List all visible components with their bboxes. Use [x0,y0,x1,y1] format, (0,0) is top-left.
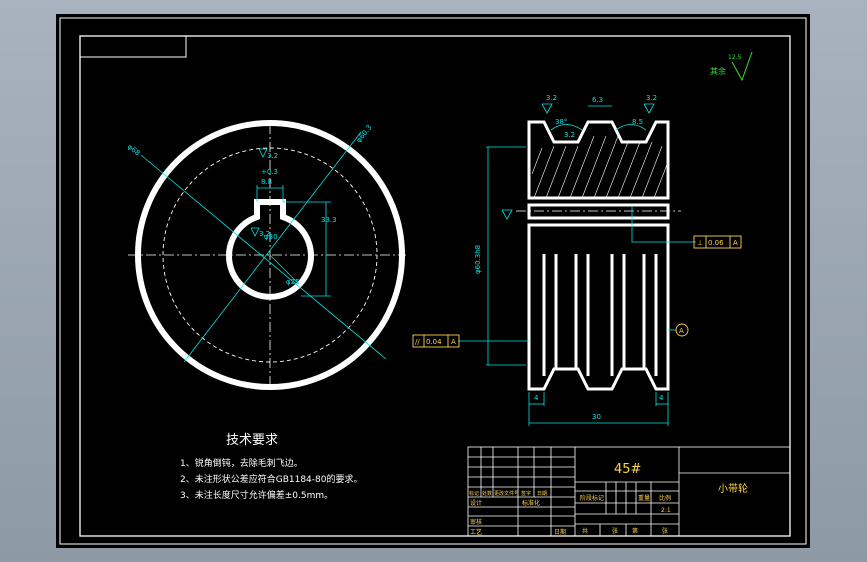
tech-req-item-1: 1、锐角倒钝，去除毛刺飞边。 [180,457,303,469]
tech-req-item-2: 2、未注形状公差应符合GB1184-80的要求。 [180,473,362,485]
roughness-pref-text: 其余 [710,66,726,76]
cad-drawing: φ68 φ60.3 +0.3 8.8 33.3 φ25 φ30 3.2 3.2 [59,17,807,545]
general-roughness-note: 其余 12.5 [710,51,753,82]
datum-text: A [679,327,684,335]
pitch-dia-leader [183,131,362,363]
roughness-3-text: 3.2 [646,94,657,102]
rev-label-1: 设计 [470,499,482,507]
perpendicularity-frame: ⊥ 0.06 A [693,235,742,249]
groove-lines [542,254,658,376]
perp-datum: A [733,239,738,247]
outer-frame [59,17,807,545]
sheet-label-2: 张 [612,527,618,535]
tech-req-item-3: 3、未注长度尺寸允许偏差±0.5mm。 [180,489,333,501]
groove-depth-text: 3.2 [564,131,575,139]
roughness-symbol-2 [541,103,553,114]
key-height-text: 33.3 [321,216,337,224]
roughness-bore-text: 3.2 [259,230,270,238]
rev-header-2: 处数 [482,490,492,497]
key-width-text: 8.8 [261,178,272,186]
rev-header-3: 更改文件号 [494,490,519,497]
sheet-label-1: 共 [582,527,588,535]
stage-header-2: 重量 [638,494,650,502]
rev-header-4: 签字 [521,490,531,497]
roughness-2-text: 3.2 [546,94,557,102]
perp-value: 0.06 [708,239,724,247]
front-view: φ68 φ60.3 +0.3 8.8 33.3 φ25 φ30 3.2 3.2 [126,120,406,390]
rev-header-1: 标记 [469,490,479,497]
side-rough-symbol [501,209,513,220]
edge-right-text: 4 [659,394,664,402]
scale-text: 2:1 [661,507,671,514]
rev-label-2: 审核 [470,518,482,526]
perp-symbol: ⊥ [697,239,703,247]
par-symbol: // [415,338,420,346]
par-value: 0.04 [426,338,442,346]
sheet-label-4: 张 [662,527,668,535]
par-datum: A [451,338,456,346]
rev-label-5: 日期 [554,528,566,536]
roughness-1-text: 3.2 [267,152,278,160]
roughness-symbol-3 [643,103,655,114]
groove-top-text: 6.3 [592,96,603,104]
drawing-viewport[interactable]: φ68 φ60.3 +0.3 8.8 33.3 φ25 φ30 3.2 3.2 [56,14,810,548]
corner-label-box [79,35,187,58]
stage-header-3: 比例 [659,494,671,502]
side-height-text: φ60.3h8 [474,245,482,274]
rev-header-5: 日期 [537,491,547,497]
rev-label-4: 标准化 [522,499,540,507]
rev-label-3: 工艺 [470,528,482,536]
parallelism-frame: // 0.04 A [412,334,460,348]
groove-pitch-text: 8.5 [632,118,643,126]
pitch-dia-text: φ60.3 [355,124,374,145]
stage-header-1: 阶段标记 [580,494,604,502]
edge-left-text: 4 [534,394,539,402]
groove-angle-text: 38° [555,118,567,126]
side-view: φ60.3h8 4 4 30 3.2 3.2 6.3 38° 8.5 3.2 ⊥ [412,94,742,426]
hatching [531,135,669,199]
key-tol-text: +0.3 [261,168,278,176]
roughness-symbol [258,148,268,158]
part-name-text: 小带轮 [718,482,748,495]
total-width-text: 30 [592,413,601,421]
outer-dia-text: φ68 [126,143,142,158]
sheet-label-3: 第 [632,527,638,535]
roughness-bore-symbol [250,227,260,237]
lower-section [527,223,670,391]
tech-req-title: 技术要求 [226,433,278,448]
material-text: 45# [614,462,641,477]
rough-other-text: 12.5 [728,54,742,61]
technical-requirements: 技术要求 1、锐角倒钝，去除毛刺飞边。 2、未注形状公差应符合GB1184-80… [180,433,362,501]
hub-band [527,203,670,220]
bore-text: φ25 [286,278,300,286]
